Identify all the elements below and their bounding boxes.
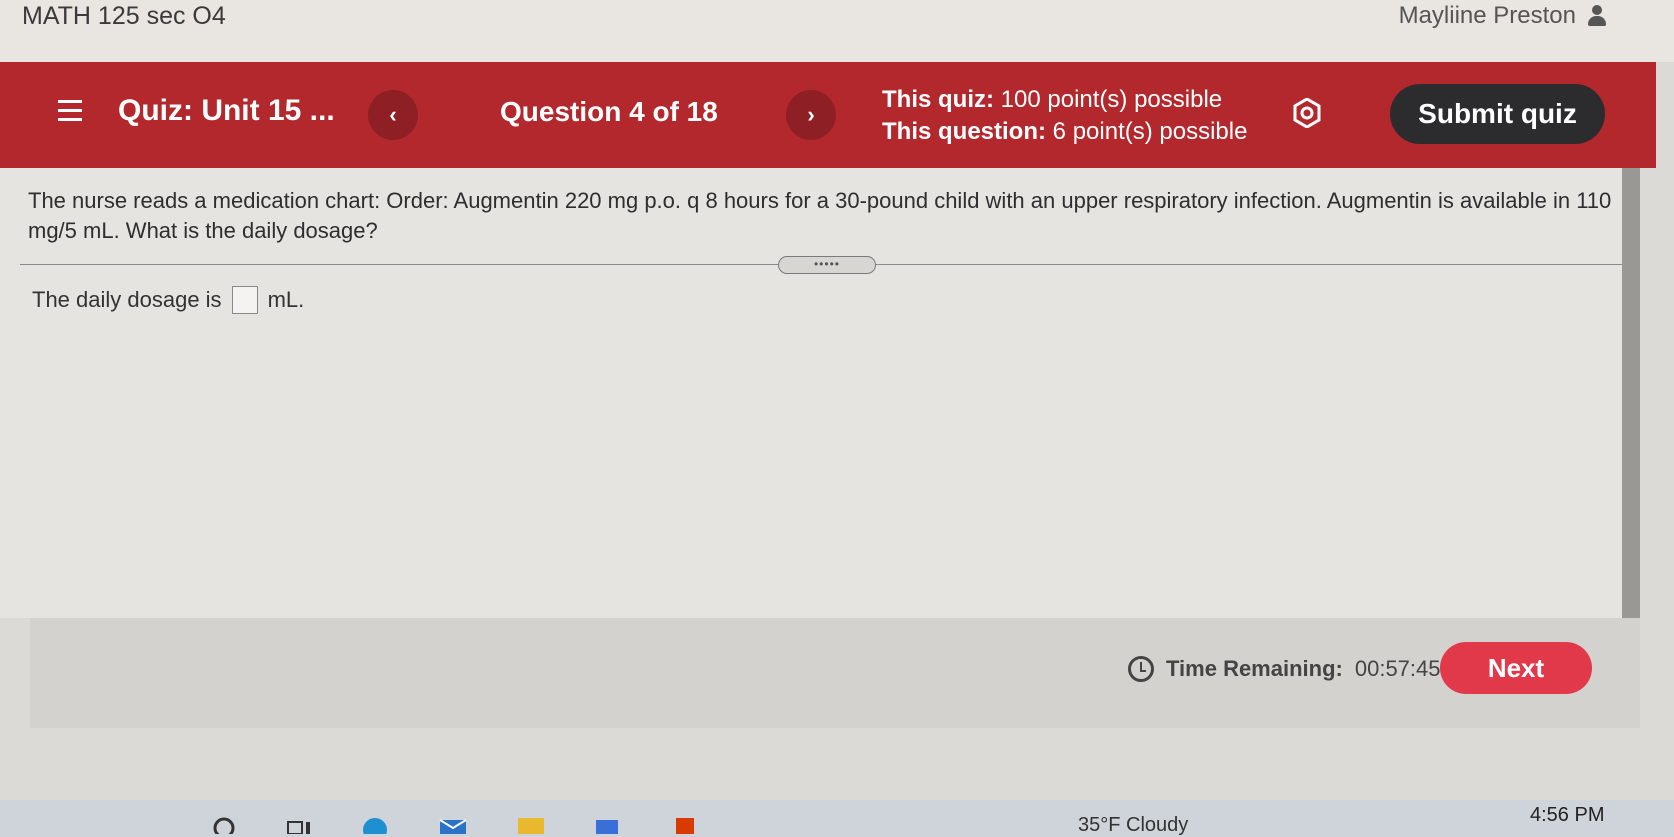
question-points-value: 6 point(s) possible <box>1052 118 1248 145</box>
answer-prefix: The daily dosage is <box>32 287 222 312</box>
points-info: This quiz: 100 point(s) possible This qu… <box>882 84 1247 148</box>
resize-handle[interactable]: ••••• <box>778 256 876 274</box>
quiz-points-value: 100 point(s) possible <box>1000 86 1223 113</box>
mail-icon[interactable] <box>438 814 468 834</box>
previous-question-button[interactable]: ‹ <box>368 90 418 140</box>
time-remaining: Time Remaining: 00:57:45 <box>1128 656 1441 682</box>
weather-widget[interactable]: 35°F Cloudy <box>1078 814 1188 837</box>
user-menu[interactable]: Mayliine Preston <box>1399 2 1606 30</box>
answer-row: The daily dosage is mL. <box>32 286 304 314</box>
question-text: The nurse reads a medication chart: Orde… <box>28 188 1612 243</box>
next-question-button[interactable]: › <box>786 90 836 140</box>
office-icon[interactable] <box>670 814 700 834</box>
search-icon[interactable] <box>210 814 240 834</box>
course-header: MATH 125 sec O4 Mayliine Preston <box>0 0 1674 62</box>
system-clock[interactable]: 4:56 PM <box>1530 804 1604 827</box>
user-name: Mayliine Preston <box>1398 2 1576 29</box>
user-icon <box>1588 5 1606 27</box>
submit-quiz-button[interactable]: Submit quiz <box>1390 84 1605 144</box>
question-counter[interactable]: Question 4 of 18 <box>500 96 718 128</box>
quiz-footer: Time Remaining: 00:57:45 Next <box>30 618 1640 728</box>
windows-taskbar: 35°F Cloudy 4:56 PM <box>0 800 1674 837</box>
quiz-toolbar: Quiz: Unit 15 ... ‹ Question 4 of 18 › T… <box>0 62 1656 168</box>
store-icon[interactable] <box>592 814 622 834</box>
quiz-title[interactable]: Quiz: Unit 15 ... <box>118 94 335 128</box>
quiz-points-label: This quiz: <box>882 86 994 113</box>
file-explorer-icon[interactable] <box>516 814 546 834</box>
clock-icon <box>1128 656 1154 682</box>
answer-suffix: mL. <box>267 287 305 312</box>
daily-dosage-input[interactable] <box>231 286 258 314</box>
question-points-label: This question: <box>882 118 1046 145</box>
next-button[interactable]: Next <box>1440 642 1592 694</box>
timer-label: Time Remaining: <box>1166 656 1343 681</box>
timer-value: 00:57:45 <box>1354 656 1441 681</box>
settings-gear-icon[interactable] <box>1292 98 1322 128</box>
task-view-icon[interactable] <box>284 814 314 834</box>
course-title[interactable]: MATH 125 sec O4 <box>22 2 226 31</box>
question-area: The nurse reads a medication chart: Orde… <box>0 168 1640 618</box>
menu-icon[interactable] <box>58 100 82 122</box>
edge-browser-icon[interactable] <box>360 814 390 834</box>
